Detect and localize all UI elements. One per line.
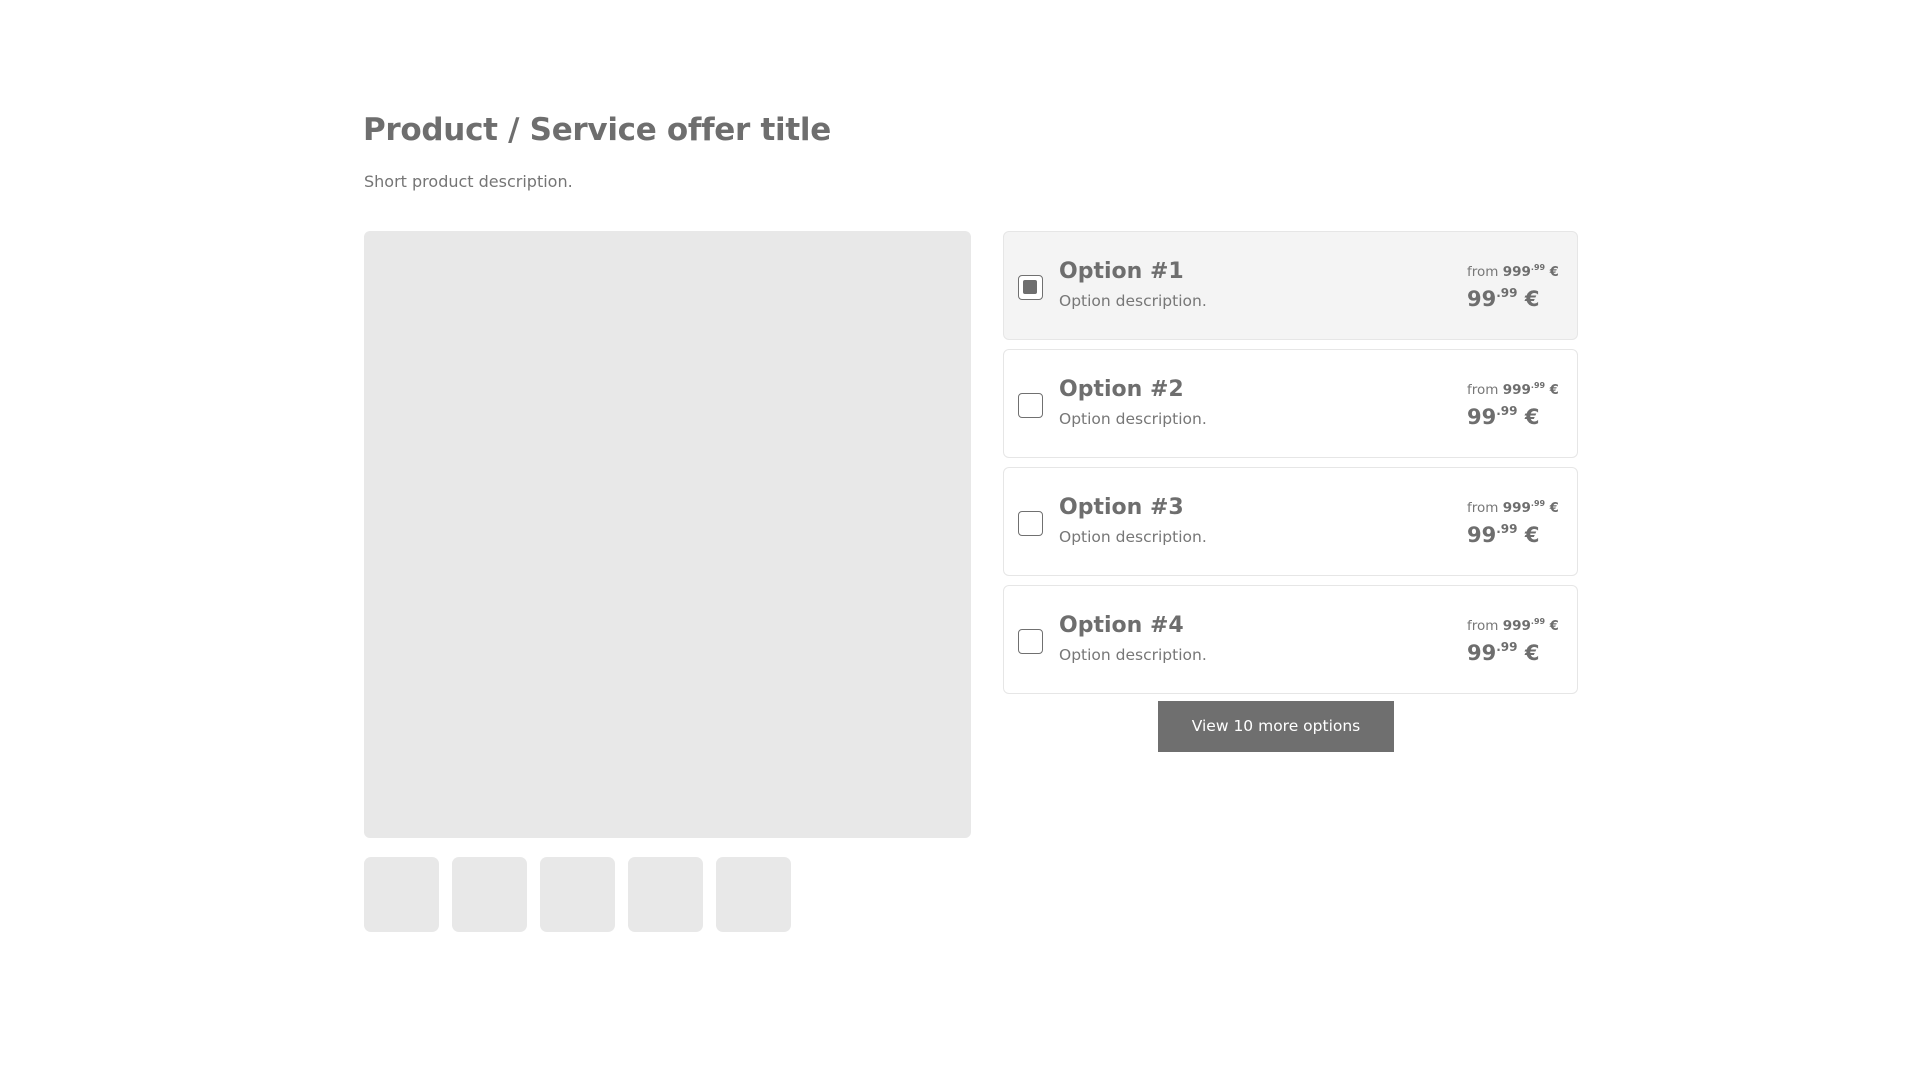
original-price: from 999.99 €	[1467, 499, 1559, 519]
from-label: from	[1467, 264, 1499, 280]
original-price-value: 999.99 €	[1502, 381, 1559, 398]
option-title: Option #1	[1059, 259, 1184, 284]
option-list: Option #1 Option description. from 999.9…	[1003, 231, 1578, 703]
currency-symbol: €	[1549, 383, 1559, 398]
currency-symbol: €	[1549, 619, 1559, 634]
from-label: from	[1467, 618, 1499, 634]
thumbnail[interactable]	[540, 857, 615, 932]
price-integer: 99	[1467, 405, 1497, 429]
original-price-value: 999.99 €	[1502, 617, 1559, 634]
original-price-value: 999.99 €	[1502, 499, 1559, 516]
price-decimals: .99	[1496, 404, 1518, 418]
option-checkbox[interactable]	[1018, 393, 1043, 418]
currency-symbol: €	[1524, 405, 1540, 429]
option-description: Option description.	[1059, 528, 1207, 546]
from-label: from	[1467, 500, 1499, 516]
price-integer: 99	[1467, 287, 1497, 311]
original-price: from 999.99 €	[1467, 263, 1559, 283]
option-checkbox[interactable]	[1018, 629, 1043, 654]
original-price-integer: 999	[1502, 264, 1531, 280]
option-description: Option description.	[1059, 292, 1207, 310]
option-price: from 999.99 € 99.99 €	[1467, 499, 1559, 552]
main-product-image	[364, 231, 971, 838]
original-price-decimals: .99	[1530, 381, 1546, 390]
option-price: from 999.99 € 99.99 €	[1467, 617, 1559, 670]
price-decimals: .99	[1496, 640, 1518, 654]
option-description: Option description.	[1059, 646, 1207, 664]
original-price-value: 999.99 €	[1502, 263, 1559, 280]
current-price: 99.99 €	[1467, 639, 1559, 670]
option-text: Option #2 Option description.	[1059, 376, 1207, 431]
original-price-integer: 999	[1502, 382, 1531, 398]
checkbox-checked-icon	[1023, 280, 1037, 294]
product-description: Short product description.	[364, 172, 573, 191]
option-title: Option #3	[1059, 495, 1184, 520]
original-price: from 999.99 €	[1467, 381, 1559, 401]
currency-symbol: €	[1524, 287, 1540, 311]
view-more-options-button[interactable]: View 10 more options	[1158, 701, 1394, 752]
option-card[interactable]: Option #2 Option description. from 999.9…	[1003, 349, 1578, 458]
option-card[interactable]: Option #4 Option description. from 999.9…	[1003, 585, 1578, 694]
option-card[interactable]: Option #3 Option description. from 999.9…	[1003, 467, 1578, 576]
option-card[interactable]: Option #1 Option description. from 999.9…	[1003, 231, 1578, 340]
option-description: Option description.	[1059, 410, 1207, 428]
currency-symbol: €	[1549, 501, 1559, 516]
option-title: Option #4	[1059, 613, 1184, 638]
current-price: 99.99 €	[1467, 403, 1559, 434]
page-title: Product / Service offer title	[363, 112, 831, 148]
option-checkbox[interactable]	[1018, 275, 1043, 300]
original-price-decimals: .99	[1530, 499, 1546, 508]
currency-symbol: €	[1524, 523, 1540, 547]
thumbnail[interactable]	[452, 857, 527, 932]
thumbnail-strip	[364, 857, 791, 932]
option-title: Option #2	[1059, 377, 1184, 402]
option-checkbox[interactable]	[1018, 511, 1043, 536]
option-text: Option #4 Option description.	[1059, 612, 1207, 667]
from-label: from	[1467, 382, 1499, 398]
product-page: Product / Service offer title Short prod…	[0, 0, 1920, 1080]
option-price: from 999.99 € 99.99 €	[1467, 381, 1559, 434]
current-price: 99.99 €	[1467, 521, 1559, 552]
price-integer: 99	[1467, 523, 1497, 547]
thumbnail[interactable]	[716, 857, 791, 932]
option-price: from 999.99 € 99.99 €	[1467, 263, 1559, 316]
currency-symbol: €	[1524, 641, 1540, 665]
option-text: Option #1 Option description.	[1059, 258, 1207, 313]
original-price-decimals: .99	[1530, 617, 1546, 626]
thumbnail[interactable]	[364, 857, 439, 932]
original-price-decimals: .99	[1530, 263, 1546, 272]
price-decimals: .99	[1496, 286, 1518, 300]
price-integer: 99	[1467, 641, 1497, 665]
thumbnail[interactable]	[628, 857, 703, 932]
current-price: 99.99 €	[1467, 285, 1559, 316]
option-text: Option #3 Option description.	[1059, 494, 1207, 549]
original-price: from 999.99 €	[1467, 617, 1559, 637]
original-price-integer: 999	[1502, 500, 1531, 516]
price-decimals: .99	[1496, 522, 1518, 536]
currency-symbol: €	[1549, 265, 1559, 280]
original-price-integer: 999	[1502, 618, 1531, 634]
